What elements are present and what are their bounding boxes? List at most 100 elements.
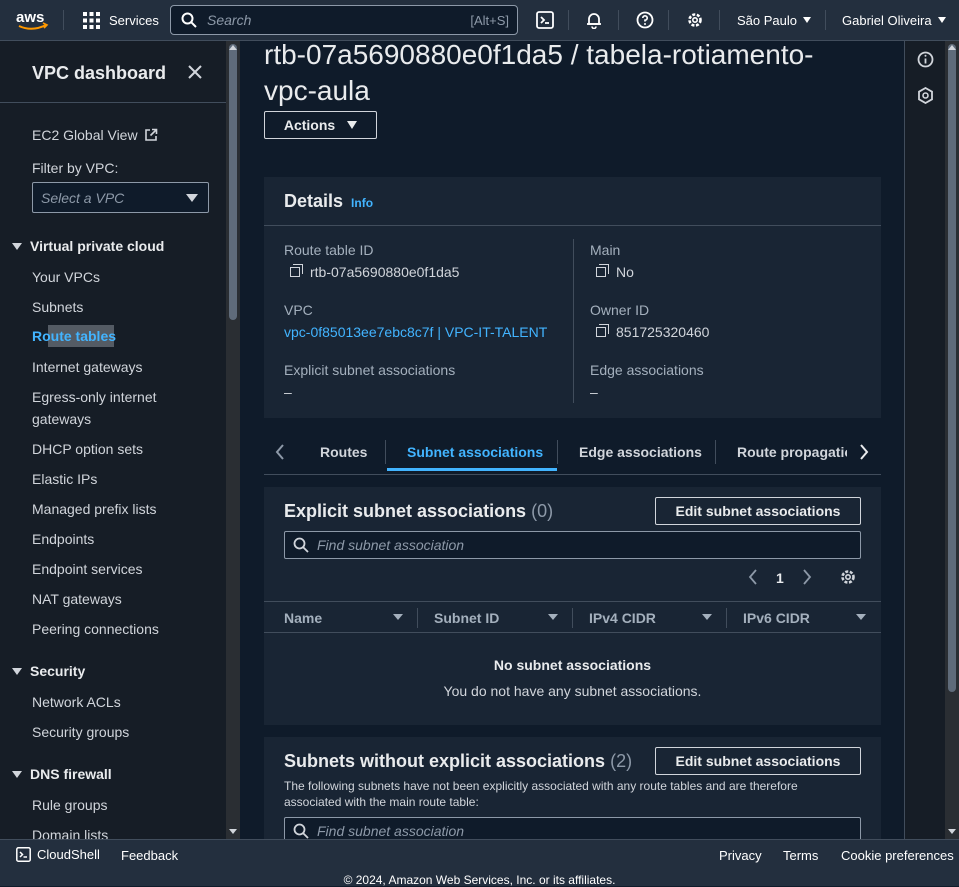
sidebar-item-endpoint-services[interactable]: Endpoint services bbox=[32, 561, 143, 577]
external-link-icon bbox=[144, 128, 157, 141]
tab-route-propagation[interactable]: Route propagation bbox=[737, 434, 847, 470]
copy-icon[interactable] bbox=[596, 324, 609, 337]
column-header-subnet-id[interactable]: Subnet ID bbox=[434, 602, 499, 634]
terms-link[interactable]: Terms bbox=[783, 848, 818, 863]
scroll-down-arrow[interactable] bbox=[948, 829, 956, 834]
find-subnet-association-input[interactable]: Find subnet association bbox=[284, 817, 861, 839]
privacy-link[interactable]: Privacy bbox=[719, 848, 762, 863]
section-dns-firewall[interactable]: DNS firewall bbox=[12, 766, 112, 782]
pagination-current-page[interactable]: 1 bbox=[776, 570, 784, 586]
cookie-preferences-link[interactable]: Cookie preferences bbox=[841, 848, 954, 863]
tools-rail bbox=[904, 41, 945, 839]
copy-icon[interactable] bbox=[596, 264, 609, 277]
copy-icon[interactable] bbox=[290, 264, 303, 277]
aws-logo[interactable]: aws bbox=[16, 0, 50, 40]
edit-subnet-associations-button[interactable]: Edit subnet associations bbox=[655, 747, 861, 775]
region-selector[interactable]: São Paulo bbox=[737, 0, 811, 40]
info-panel-button[interactable] bbox=[917, 51, 934, 71]
tab-bar: Routes Subnet associations Edge associat… bbox=[264, 434, 881, 474]
tab-subnet-associations[interactable]: Subnet associations bbox=[407, 434, 543, 470]
actions-button[interactable]: Actions bbox=[264, 111, 377, 139]
search-icon bbox=[293, 537, 309, 553]
column-header-name[interactable]: Name bbox=[284, 602, 322, 634]
edge-associations-label: Edge associations bbox=[590, 362, 704, 378]
sidebar-title: VPC dashboard bbox=[32, 63, 167, 83]
sidebar-item-subnets[interactable]: Subnets bbox=[32, 299, 83, 315]
tab-scroll-right-button[interactable] bbox=[858, 443, 870, 464]
vpc-filter-select[interactable]: Select a VPC bbox=[32, 182, 209, 213]
sort-caret-icon[interactable] bbox=[856, 614, 866, 620]
resources-panel-button[interactable] bbox=[917, 86, 934, 107]
search-input[interactable]: Search [Alt+S] bbox=[170, 5, 518, 35]
sidebar-item-egress-only-gateways[interactable]: Egress-only internet gateways bbox=[32, 386, 182, 430]
top-navigation-bar: aws Services Search [Alt+S] São Paulo Ga… bbox=[0, 0, 959, 41]
section-security[interactable]: Security bbox=[12, 663, 85, 679]
info-link[interactable]: Info bbox=[351, 196, 373, 210]
main-content: rtb-07a5690880e0f1da5 / tabela-rotiament… bbox=[240, 41, 904, 839]
sidebar-item-your-vpcs[interactable]: Your VPCs bbox=[32, 269, 100, 285]
main-scrollbar-thumb[interactable] bbox=[948, 44, 956, 692]
table-header: Name Subnet ID IPv4 CIDR IPv6 CIDR bbox=[264, 601, 881, 633]
table-preferences-button[interactable] bbox=[839, 568, 857, 589]
find-placeholder: Find subnet association bbox=[317, 537, 465, 553]
gear-icon bbox=[688, 13, 702, 27]
sidebar-item-network-acls[interactable]: Network ACLs bbox=[32, 694, 121, 710]
section-title: Security bbox=[30, 663, 86, 679]
scroll-up-arrow[interactable] bbox=[229, 45, 237, 50]
sidebar-item-route-tables[interactable]: Route tables bbox=[32, 325, 116, 347]
notifications-button[interactable] bbox=[585, 0, 603, 40]
tab-routes[interactable]: Routes bbox=[320, 434, 367, 470]
account-menu[interactable]: Gabriel Oliveira bbox=[842, 0, 946, 40]
owner-id-value: 851725320460 bbox=[596, 324, 709, 340]
sidebar-item-route-tables-label: Route tables bbox=[32, 328, 117, 344]
sidebar-scrollbar-thumb[interactable] bbox=[229, 44, 237, 320]
services-menu-button[interactable]: Services bbox=[83, 0, 159, 40]
scroll-up-arrow[interactable] bbox=[948, 45, 956, 50]
sidebar-item-peering-connections[interactable]: Peering connections bbox=[32, 621, 159, 637]
sidebar: VPC dashboard EC2 Global View Filter by … bbox=[0, 41, 226, 839]
tab-bar-divider bbox=[264, 474, 881, 475]
pagination-next-button[interactable] bbox=[802, 569, 812, 588]
sidebar-item-elastic-ips[interactable]: Elastic IPs bbox=[32, 471, 97, 487]
sort-caret-icon[interactable] bbox=[393, 614, 403, 620]
close-icon bbox=[188, 65, 202, 79]
help-button[interactable] bbox=[636, 0, 654, 40]
feedback-link[interactable]: Feedback bbox=[121, 848, 178, 863]
section-virtual-private-cloud[interactable]: Virtual private cloud bbox=[12, 238, 164, 254]
tab-scroll-left-button[interactable] bbox=[274, 443, 286, 464]
sidebar-item-endpoints[interactable]: Endpoints bbox=[32, 531, 94, 547]
explicit-title: Explicit subnet associations bbox=[284, 501, 527, 521]
sidebar-item-nat-gateways[interactable]: NAT gateways bbox=[32, 591, 122, 607]
scroll-down-arrow[interactable] bbox=[229, 829, 237, 834]
column-header-ipv4-cidr[interactable]: IPv4 CIDR bbox=[589, 602, 656, 634]
settings-button[interactable] bbox=[686, 0, 704, 40]
chevron-left-icon bbox=[275, 444, 284, 460]
vpc-link[interactable]: vpc-0f85013ee7ebc8c7f | VPC-IT-TALENT bbox=[284, 324, 547, 340]
cloudshell-footer-button[interactable]: CloudShell bbox=[16, 847, 100, 862]
column-header-ipv6-cidr[interactable]: IPv6 CIDR bbox=[743, 602, 810, 634]
caret-down-icon bbox=[186, 194, 198, 202]
sort-caret-icon[interactable] bbox=[548, 614, 558, 620]
sort-caret-icon[interactable] bbox=[702, 614, 712, 620]
chevron-right-icon bbox=[860, 444, 869, 460]
sidebar-item-dhcp-option-sets[interactable]: DHCP option sets bbox=[32, 441, 143, 457]
services-label: Services bbox=[109, 12, 159, 28]
tab-edge-associations[interactable]: Edge associations bbox=[579, 434, 702, 470]
sidebar-item-internet-gateways[interactable]: Internet gateways bbox=[32, 359, 143, 375]
main-value: No bbox=[596, 264, 634, 280]
sidebar-item-domain-lists[interactable]: Domain lists bbox=[32, 827, 108, 839]
sidebar-item-rule-groups[interactable]: Rule groups bbox=[32, 797, 108, 813]
find-subnet-association-input[interactable]: Find subnet association bbox=[284, 531, 861, 559]
ec2-global-view-link[interactable]: EC2 Global View bbox=[32, 127, 158, 143]
cloudshell-button[interactable] bbox=[536, 0, 554, 40]
user-name: Gabriel Oliveira bbox=[842, 12, 932, 28]
edit-subnet-associations-button[interactable]: Edit subnet associations bbox=[655, 497, 861, 525]
cloudshell-label: CloudShell bbox=[37, 847, 100, 862]
caret-down-icon bbox=[803, 17, 811, 23]
region-label: São Paulo bbox=[737, 12, 797, 28]
pagination-previous-button[interactable] bbox=[748, 569, 758, 588]
close-sidebar-button[interactable] bbox=[186, 63, 204, 84]
sidebar-item-managed-prefix-lists[interactable]: Managed prefix lists bbox=[32, 501, 157, 517]
caret-down-icon bbox=[12, 242, 22, 250]
sidebar-item-security-groups[interactable]: Security groups bbox=[32, 724, 129, 740]
